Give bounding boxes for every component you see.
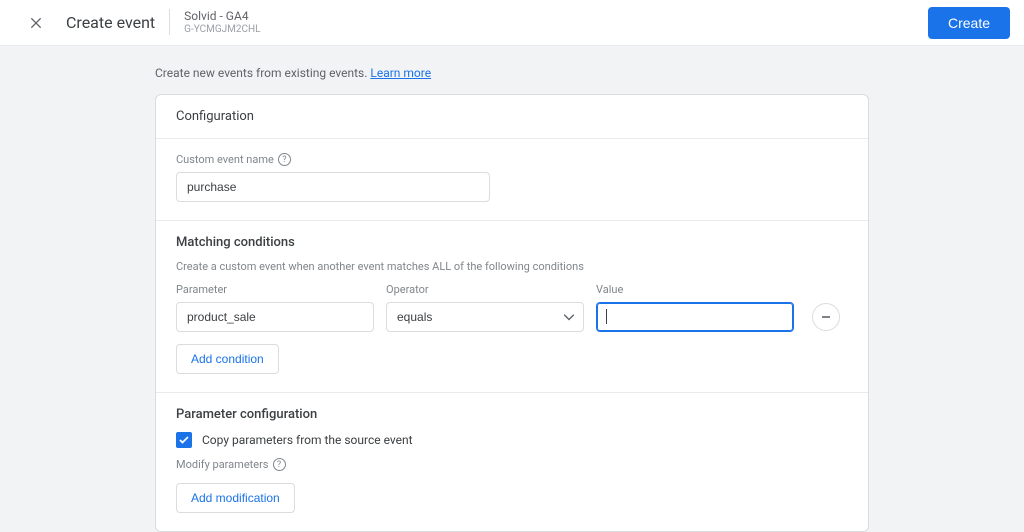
intro-text: Create new events from existing events. … (155, 66, 869, 80)
intro-label: Create new events from existing events. (155, 66, 367, 80)
copy-params-label: Copy parameters from the source event (202, 433, 413, 447)
parameter-config-section: Parameter configuration Copy parameters … (156, 392, 868, 531)
property-info: Solvid - GA4 G-YCMGJM2CHL (184, 9, 260, 35)
parameter-column: Parameter (176, 283, 374, 332)
copy-params-checkbox[interactable] (176, 432, 192, 448)
custom-event-label: Custom event name ? (176, 153, 848, 166)
help-icon[interactable]: ? (273, 458, 286, 471)
value-label: Value (596, 283, 794, 296)
matching-section: Matching conditions Create a custom even… (156, 220, 868, 392)
value-column: Value (596, 283, 794, 332)
vertical-divider (169, 9, 170, 35)
property-name: Solvid - GA4 (184, 9, 260, 23)
close-button[interactable] (20, 7, 52, 39)
close-icon (28, 15, 44, 31)
modify-params-text: Modify parameters (176, 458, 269, 471)
matching-desc: Create a custom event when another event… (176, 260, 848, 273)
custom-event-label-text: Custom event name (176, 153, 274, 166)
page-title: Create event (66, 13, 155, 32)
custom-event-section: Custom event name ? (156, 139, 868, 220)
learn-more-link[interactable]: Learn more (370, 66, 431, 80)
title-area: Create event Solvid - GA4 G-YCMGJM2CHL (66, 9, 261, 35)
custom-event-input[interactable] (176, 172, 490, 202)
matching-title: Matching conditions (176, 235, 848, 250)
text-cursor (606, 309, 607, 324)
help-icon[interactable]: ? (278, 153, 291, 166)
add-modification-button[interactable]: Add modification (176, 483, 295, 513)
card-title: Configuration (156, 95, 868, 139)
copy-params-row: Copy parameters from the source event (176, 432, 848, 448)
operator-input[interactable] (386, 302, 584, 332)
parameter-label: Parameter (176, 283, 374, 296)
property-id: G-YCMGJM2CHL (184, 24, 260, 36)
operator-select[interactable] (386, 302, 584, 332)
operator-label: Operator (386, 283, 584, 296)
remove-condition-button[interactable] (812, 303, 840, 331)
parameter-input[interactable] (176, 302, 374, 332)
check-icon (178, 434, 190, 446)
minus-icon (820, 311, 832, 323)
value-input[interactable] (596, 302, 794, 332)
create-button[interactable]: Create (928, 7, 1010, 39)
modify-params-label: Modify parameters ? (176, 458, 848, 471)
config-card: Configuration Custom event name ? Matchi… (155, 94, 869, 532)
content-area: Create new events from existing events. … (0, 46, 1024, 532)
operator-column: Operator (386, 283, 584, 332)
condition-row: Parameter Operator Value (176, 283, 848, 332)
top-bar: Create event Solvid - GA4 G-YCMGJM2CHL C… (0, 0, 1024, 46)
add-condition-button[interactable]: Add condition (176, 344, 279, 374)
param-config-title: Parameter configuration (176, 407, 848, 422)
